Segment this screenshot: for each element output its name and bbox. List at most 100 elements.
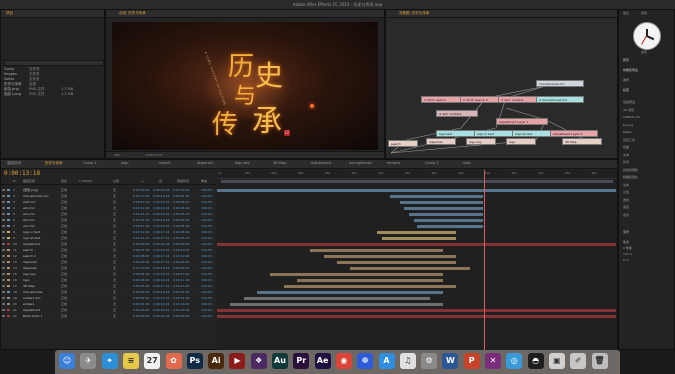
layer-duration-bar[interactable] — [243, 296, 430, 300]
dock-app-icon[interactable]: ⌖ — [101, 353, 118, 369]
dock-app-icon[interactable]: Au — [272, 353, 288, 369]
effects-category[interactable]: CINEMA 4D — [623, 115, 640, 119]
timeline-tab[interactable]: microphones — [346, 161, 375, 166]
layer-name[interactable]: Black Solid 1 — [23, 313, 42, 318]
effects-category[interactable]: Matte — [623, 130, 632, 134]
flowchart-node[interactable]: 3 'shot' search — [421, 96, 461, 103]
flowchart-node[interactable]: search — [388, 140, 418, 147]
layer-label-color[interactable] — [7, 249, 10, 251]
dock-app-icon[interactable]: W — [442, 353, 459, 369]
flowchart-node[interactable]: dispersal — [426, 138, 456, 145]
right-section-header[interactable]: 效果和预设 — [623, 68, 638, 72]
layer-row[interactable]: 22 Black Solid 1 正常 无 0:00:00:00 0:00:29:24 0:… — [1, 313, 216, 319]
layer-label-color[interactable] — [7, 279, 10, 281]
layer-duration-bar[interactable] — [217, 314, 617, 318]
visibility-eye-icon[interactable] — [2, 231, 5, 233]
effects-category[interactable]: 透视 — [623, 198, 629, 202]
layer-label-color[interactable] — [7, 303, 10, 305]
dock-app-icon[interactable]: Ps — [186, 353, 203, 369]
timeline-tab[interactable]: search — [156, 161, 174, 166]
layer-duration-bar[interactable] — [337, 260, 457, 264]
layer-label-color[interactable] — [7, 315, 10, 317]
dock-app-icon[interactable]: ◎ — [506, 353, 523, 369]
layer-label-color[interactable] — [7, 195, 10, 197]
layer-label-color[interactable] — [7, 225, 10, 227]
layer-label-color[interactable] — [7, 267, 10, 269]
layer-label-color[interactable] — [7, 291, 10, 293]
timeline-tab[interactable]: shot — [460, 161, 474, 166]
dock-app-icon[interactable]: ❁ — [357, 353, 374, 369]
flowchart-node[interactable]: logo at text — [512, 130, 552, 137]
character-setting[interactable]: 像素 — [623, 240, 629, 244]
effects-category[interactable]: 文本 — [623, 153, 629, 157]
character-setting[interactable]: 100 % — [623, 252, 633, 256]
dock-app-icon[interactable]: 27 — [144, 353, 161, 369]
flowchart-node[interactable]: Adjustment Layer 5 — [550, 130, 598, 137]
dock-app-icon[interactable]: ☺ — [59, 353, 75, 369]
tab-flowchart[interactable]: 流程图: 历史与传承 — [396, 11, 432, 16]
visibility-eye-icon[interactable] — [2, 207, 5, 209]
layer-duration-bar[interactable] — [217, 242, 617, 246]
layer-duration-bar[interactable] — [350, 266, 470, 270]
layer-label-color[interactable] — [7, 189, 10, 191]
flowchart-node[interactable]: Adjustment Layer 1 — [496, 118, 548, 125]
visibility-eye-icon[interactable] — [2, 285, 5, 287]
visibility-eye-icon[interactable] — [2, 291, 5, 293]
effects-category[interactable]: 过渡 — [623, 190, 629, 194]
layer-duration-bar[interactable] — [217, 188, 617, 192]
layer-duration-bar[interactable] — [399, 200, 484, 204]
effects-category[interactable]: 实用工具 — [623, 138, 635, 142]
dock-app-icon[interactable]: ♫ — [399, 353, 416, 369]
dock-app-icon[interactable]: A — [378, 353, 395, 369]
flowchart-node[interactable]: 3D Map — [562, 138, 602, 145]
flowchart-node[interactable]: 3 'aim' embers — [498, 96, 540, 103]
visibility-eye-icon[interactable] — [2, 297, 5, 299]
layer-label-color[interactable] — [7, 201, 10, 203]
timeline-timecode[interactable]: 0:00:13:18 — [4, 170, 40, 177]
character-setting[interactable]: 0 像素 — [623, 246, 632, 250]
layer-label-color[interactable] — [7, 231, 10, 233]
zoom-level[interactable]: 50% — [114, 153, 121, 157]
visibility-eye-icon[interactable] — [2, 225, 5, 227]
time-ruler[interactable]: 0s 02s 04s 06s 08s 10s 12s 14s 16s 18s 20s 22s 24s 26… — [217, 170, 617, 179]
right-tab-audio[interactable]: 音频 — [641, 11, 647, 15]
project-item[interactable]: 底纹1.png PNG 文件 1.2 MB — [1, 92, 104, 97]
layer-duration-bar[interactable] — [230, 302, 444, 306]
dock-app-icon[interactable]: Ae — [314, 353, 331, 369]
flowchart-node[interactable]: 2 'shot' search 2 — [460, 96, 502, 103]
flowchart-node[interactable]: logo text — [436, 130, 476, 137]
layer-duration-bar[interactable] — [409, 212, 484, 216]
visibility-eye-icon[interactable] — [2, 237, 5, 239]
project-search-input[interactable] — [4, 60, 104, 66]
layer-duration-bar[interactable] — [417, 224, 484, 228]
visibility-eye-icon[interactable] — [2, 195, 5, 197]
right-tab-info[interactable]: 信息 — [623, 11, 629, 15]
layer-duration-bar[interactable] — [323, 254, 457, 258]
timeline-tab[interactable]: embers — [384, 161, 403, 166]
character-setting[interactable]: 0 % — [623, 258, 629, 262]
layer-duration-bar[interactable] — [257, 290, 444, 294]
tab-project[interactable]: 项目 — [3, 11, 16, 16]
timeline-tab[interactable]: 3D Map — [270, 161, 289, 166]
visibility-eye-icon[interactable] — [2, 243, 5, 245]
dock-app-icon[interactable]: ✈ — [80, 353, 97, 369]
layer-duration-bar[interactable] — [310, 248, 444, 252]
dock-app-icon[interactable]: ✿ — [165, 353, 182, 369]
visibility-eye-icon[interactable] — [2, 249, 5, 251]
visibility-eye-icon[interactable] — [2, 303, 5, 305]
visibility-eye-icon[interactable] — [2, 255, 5, 257]
visibility-eye-icon[interactable] — [2, 279, 5, 281]
effects-category[interactable]: 杂色和颗粒 — [623, 168, 638, 172]
effects-category[interactable]: 3D 通道 — [623, 108, 634, 112]
effects-category[interactable]: Keying — [623, 123, 633, 127]
timeline-tab[interactable]: dispersal — [194, 161, 216, 166]
flowchart-node[interactable]: logo key — [466, 138, 496, 145]
right-section-header[interactable]: 字符 — [623, 230, 629, 234]
dock-app-icon[interactable]: Pr — [293, 353, 310, 369]
effects-category[interactable]: 动画预设 — [623, 100, 635, 104]
dock-app-icon[interactable]: ≡ — [122, 353, 139, 369]
dock-app-icon[interactable]: ✐ — [570, 353, 587, 369]
dock-app-icon[interactable]: ✕ — [485, 353, 501, 369]
layer-label-color[interactable] — [7, 261, 10, 263]
effects-category[interactable]: 时间 — [623, 160, 629, 164]
